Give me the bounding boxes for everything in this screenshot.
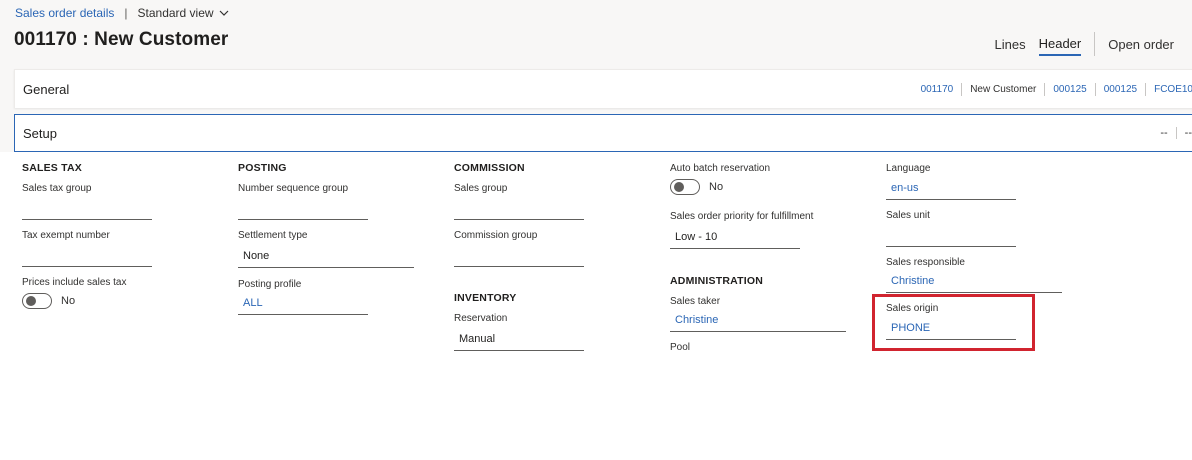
- toggle-knob: [674, 182, 684, 192]
- toggle-track[interactable]: [670, 179, 700, 195]
- reservation-label: Reservation: [454, 313, 508, 324]
- summary-sales-order[interactable]: 001170: [913, 83, 963, 96]
- view-selector-label: Standard view: [137, 6, 214, 20]
- toggle-state-text: No: [61, 295, 76, 307]
- fasttab-setup[interactable]: Setup -- --: [14, 114, 1192, 152]
- fasttab-general[interactable]: General 001170 New Customer 000125 00012…: [14, 69, 1192, 108]
- sales-taker-field[interactable]: Christine: [670, 310, 846, 332]
- open-order-button[interactable]: Open order: [1108, 32, 1174, 55]
- summary-customer-account[interactable]: 000125: [1045, 83, 1096, 96]
- sales-group-label: Sales group: [454, 183, 508, 194]
- language-field[interactable]: en-us: [886, 178, 1016, 200]
- sales-tax-group-label: Sales tax group: [22, 183, 92, 194]
- pool-label: Pool: [670, 342, 691, 353]
- tax-exempt-number-label: Tax exempt number: [22, 230, 110, 241]
- breadcrumb-link[interactable]: Sales order details: [15, 6, 114, 20]
- sales-origin-label: Sales origin: [886, 303, 939, 314]
- sales-taker-label: Sales taker: [670, 296, 721, 307]
- sales-tax-group-field[interactable]: [22, 198, 152, 220]
- sales-unit-field[interactable]: [886, 225, 1016, 247]
- number-sequence-group-field[interactable]: [238, 198, 368, 220]
- group-commission-heading: COMMISSION: [454, 162, 525, 174]
- page-title: 001170 : New Customer: [14, 29, 229, 50]
- tab-lines[interactable]: Lines: [995, 32, 1026, 55]
- sales-origin-field[interactable]: PHONE: [886, 318, 1016, 340]
- breadcrumb: Sales order details | Standard view: [15, 6, 229, 20]
- order-priority-field[interactable]: Low - 10: [670, 227, 800, 249]
- reservation-field[interactable]: Manual: [454, 329, 584, 351]
- view-selector[interactable]: Standard view: [138, 6, 229, 20]
- settlement-type-field[interactable]: None: [238, 246, 414, 268]
- tab-divider: [1094, 31, 1096, 56]
- auto-batch-reservation-toggle[interactable]: No: [670, 179, 723, 195]
- sales-responsible-label: Sales responsible: [886, 257, 965, 268]
- posting-profile-field[interactable]: ALL: [238, 293, 368, 315]
- fasttab-setup-summary: -- --: [1152, 127, 1192, 139]
- sales-responsible-field[interactable]: Christine: [886, 271, 1062, 293]
- commission-group-label: Commission group: [454, 230, 538, 241]
- fasttab-setup-title: Setup: [23, 126, 57, 141]
- tax-exempt-number-field[interactable]: [22, 245, 152, 267]
- summary-customer-name: New Customer: [962, 83, 1046, 96]
- summary-warehouse[interactable]: FCOE10: [1146, 83, 1192, 96]
- toggle-state-text: No: [709, 181, 724, 193]
- setup-summary-item: --: [1184, 127, 1192, 139]
- setup-content: SALES TAX Sales tax group Tax exempt num…: [0, 152, 1192, 357]
- toggle-track[interactable]: [22, 293, 52, 309]
- setup-summary-item: --: [1152, 127, 1177, 139]
- group-sales-tax-heading: SALES TAX: [22, 162, 82, 174]
- number-sequence-group-label: Number sequence group: [238, 183, 349, 194]
- summary-invoice-account[interactable]: 000125: [1096, 83, 1147, 96]
- prices-include-tax-toggle[interactable]: No: [22, 293, 75, 309]
- chevron-down-icon: [219, 10, 228, 16]
- fasttab-general-summary: 001170 New Customer 000125 000125 FCOE10: [913, 83, 1192, 96]
- sales-group-field[interactable]: [454, 198, 584, 220]
- prices-include-tax-label: Prices include sales tax: [22, 277, 127, 288]
- toggle-knob: [26, 296, 36, 306]
- view-tabs: Lines Header Open order: [982, 31, 1174, 56]
- tab-header[interactable]: Header: [1038, 31, 1082, 56]
- language-label: Language: [886, 163, 931, 174]
- fasttab-general-title: General: [23, 82, 70, 97]
- group-inventory-heading: INVENTORY: [454, 292, 517, 304]
- order-priority-label: Sales order priority for fulfillment: [670, 211, 814, 222]
- breadcrumb-separator: |: [124, 6, 128, 20]
- group-administration-heading: ADMINISTRATION: [670, 275, 764, 287]
- posting-profile-label: Posting profile: [238, 279, 302, 290]
- commission-group-field[interactable]: [454, 245, 584, 267]
- sales-unit-label: Sales unit: [886, 210, 930, 221]
- sales-order-form: Sales order details | Standard view 0011…: [0, 0, 1192, 357]
- auto-batch-reservation-label: Auto batch reservation: [670, 163, 771, 174]
- group-posting-heading: POSTING: [238, 162, 287, 174]
- settlement-type-label: Settlement type: [238, 230, 308, 241]
